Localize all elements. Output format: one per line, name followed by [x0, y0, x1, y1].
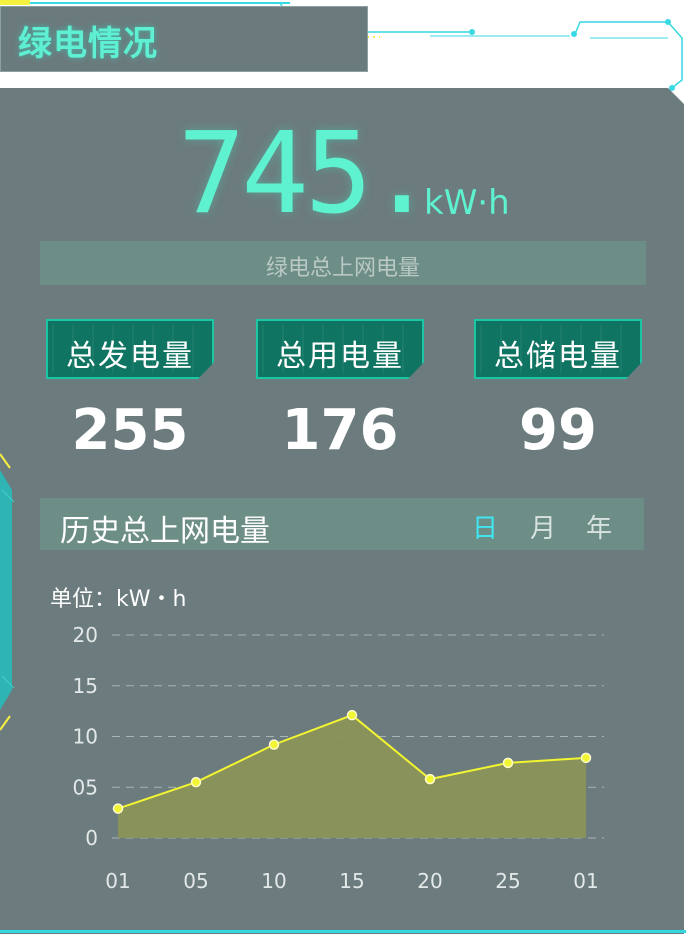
y-tick-label: 15: [73, 674, 98, 698]
x-tick-label: 15: [339, 869, 364, 893]
y-tick-label: 0: [85, 826, 98, 850]
data-point: [190, 776, 202, 788]
history-area-chart: 0 05 10 15 20 01 05 10 15 20 25 01: [73, 623, 604, 893]
data-point: [502, 757, 514, 769]
data-point: [580, 752, 592, 764]
data-point: [112, 803, 124, 814]
series-area: [118, 715, 586, 838]
data-point: [268, 739, 280, 750]
data-point: [424, 773, 436, 785]
x-tick-label: 25: [495, 869, 520, 893]
x-tick-label: 05: [183, 869, 208, 893]
data-point: [346, 709, 358, 721]
x-tick-label: 01: [573, 869, 598, 893]
x-tick-label: 01: [105, 869, 130, 893]
y-tick-label: 05: [73, 775, 98, 799]
x-tick-label: 10: [261, 869, 286, 893]
x-tick-label: 20: [417, 869, 442, 893]
y-tick-label: 20: [73, 623, 98, 647]
y-tick-label: 10: [73, 725, 98, 749]
